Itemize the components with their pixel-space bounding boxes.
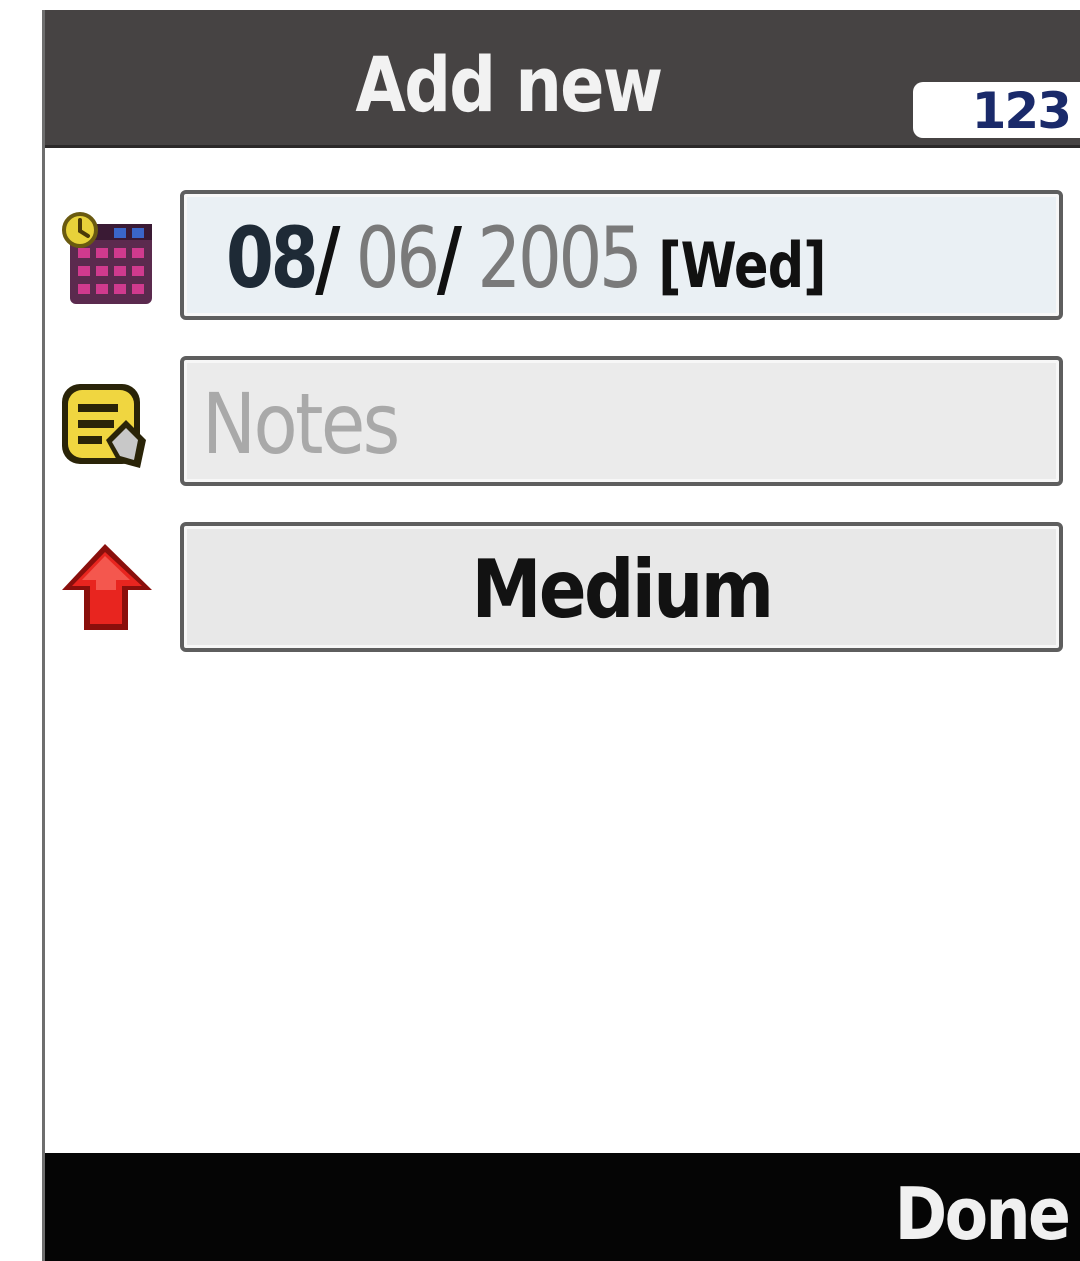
priority-value: Medium [184, 540, 1059, 640]
input-mode-indicator: 123 [913, 82, 1080, 140]
calendar-icon [58, 210, 158, 310]
date-field[interactable]: 08/ 06/ 2005 [Wed] [180, 190, 1063, 320]
priority-up-arrow-icon [60, 540, 160, 640]
date-year: 2005 [477, 209, 642, 307]
softkey-bar: Done [45, 1153, 1080, 1261]
priority-label: Medium [471, 543, 775, 636]
phone-screen: Add new 123 08/ 06/ 2005 [Wed] Notes Med… [0, 0, 1080, 1261]
date-value: 08/ 06/ 2005 [Wed] [226, 208, 827, 316]
note-edit-icon [56, 376, 156, 476]
date-weekday: [Wed] [658, 229, 826, 302]
page-title: Add new [355, 40, 663, 129]
date-separator: / [315, 209, 340, 307]
date-day: 06 [355, 209, 440, 307]
notes-placeholder: Notes [202, 375, 400, 473]
priority-selector[interactable]: Medium [180, 522, 1063, 652]
date-separator: / [436, 209, 462, 307]
title-bar: Add new 123 [45, 10, 1080, 148]
done-softkey[interactable]: Done [894, 1171, 1070, 1257]
notes-field[interactable]: Notes [180, 356, 1063, 486]
date-month: 08 [226, 209, 319, 307]
